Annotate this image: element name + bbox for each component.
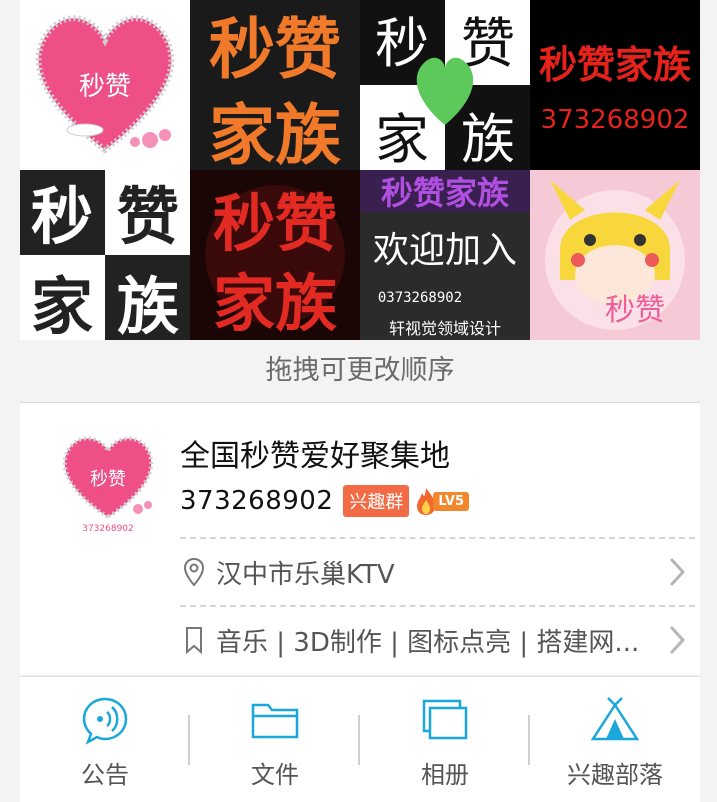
tile-text: 秒赞	[213, 187, 337, 260]
tile-text: 家	[375, 108, 429, 170]
folder-icon	[251, 703, 299, 739]
group-profile-screen: 秒赞 秒赞 家族 秒 赞 家 族 秒赞家族 373268902 秒 赞 家 族 …	[20, 0, 700, 802]
photo-tile[interactable]: 秒赞 家族	[190, 0, 360, 170]
chevron-right-icon	[669, 625, 686, 655]
album-label: 相册	[421, 761, 469, 789]
tile-text: 家	[31, 270, 93, 340]
group-info-card: 秒赞 373268902 全国秒赞爱好聚集地 373268902 兴趣群 LV5	[20, 403, 700, 675]
bookmark-icon	[180, 623, 208, 657]
level-badge: LV5	[415, 486, 469, 516]
tile-text: 族	[117, 270, 179, 340]
tile-text: 族	[461, 108, 515, 170]
photo-tile[interactable]: 秒赞	[20, 0, 190, 170]
tile-text: 秒赞家族	[539, 43, 691, 87]
tile-text: 家族	[213, 267, 337, 340]
interest-group-badge: 兴趣群	[343, 485, 410, 517]
location-text: 汉中市乐巢KTV	[216, 559, 395, 590]
tile-text: 赞	[117, 180, 179, 253]
photo-tile[interactable]: 秒赞	[530, 170, 700, 340]
interests-row[interactable]: 音乐 | 3D制作 | 图标点亮 | 搭建网...	[180, 605, 695, 673]
drag-reorder-hint: 拖拽可更改顺序	[20, 340, 700, 403]
tile-text: 秒赞	[209, 11, 341, 88]
tribe-tent-icon	[590, 697, 640, 741]
avatar-text: 秒赞	[90, 469, 126, 490]
announcement-button[interactable]: 公告	[20, 677, 190, 802]
interest-tribe-label: 兴趣部落	[567, 761, 663, 789]
announcement-icon	[82, 697, 128, 745]
group-id-row: 373268902 兴趣群 LV5	[180, 483, 469, 519]
chevron-right-icon	[669, 557, 686, 587]
tile-text: 秒	[375, 12, 429, 75]
photo-tile[interactable]: 秒赞 家族	[190, 170, 360, 340]
tile-text: 秒	[31, 180, 93, 253]
tile-text: 秒赞	[605, 293, 665, 328]
location-pin-icon	[180, 555, 208, 589]
interests-text: 音乐 | 3D制作 | 图标点亮 | 搭建网...	[216, 627, 640, 658]
tile-text: 赞	[461, 12, 515, 75]
files-button[interactable]: 文件	[190, 677, 360, 802]
interest-tribe-button[interactable]: 兴趣部落	[530, 677, 700, 802]
announcement-label: 公告	[81, 761, 129, 789]
tile-text: 秒赞	[79, 72, 131, 102]
photo-tile[interactable]: 秒 赞 家 族	[360, 0, 530, 170]
tile-text: 家族	[209, 97, 341, 170]
location-row[interactable]: 汉中市乐巢KTV	[180, 537, 695, 605]
files-label: 文件	[251, 761, 299, 789]
avatar-number: 373268902	[82, 524, 134, 534]
level-text: LV5	[433, 491, 469, 511]
group-name: 全国秒赞爱好聚集地	[180, 439, 450, 474]
album-button[interactable]: 相册	[360, 677, 530, 802]
tile-text: 欢迎加入	[373, 230, 517, 271]
photo-tile[interactable]: 秒赞家族 373268902	[530, 0, 700, 170]
photo-tile[interactable]: 秒 赞 家 族	[20, 170, 190, 340]
tile-text: 秒赞家族	[381, 174, 510, 212]
tile-text: 轩视觉领域设计	[389, 319, 501, 338]
tile-text: 0373268902	[378, 290, 462, 306]
tile-text: 373268902	[541, 105, 690, 135]
album-icon	[422, 699, 468, 740]
group-toolbar: 公告 文件 相册 兴趣部落	[20, 676, 700, 802]
photo-tile[interactable]: 秒赞家族 欢迎加入 0373268902 轩视觉领域设计	[360, 170, 530, 340]
group-id: 373268902	[180, 486, 334, 516]
photo-wall: 秒赞 秒赞 家族 秒 赞 家 族 秒赞家族 373268902 秒 赞 家 族 …	[20, 0, 700, 340]
group-avatar[interactable]: 秒赞 373268902	[48, 427, 168, 537]
